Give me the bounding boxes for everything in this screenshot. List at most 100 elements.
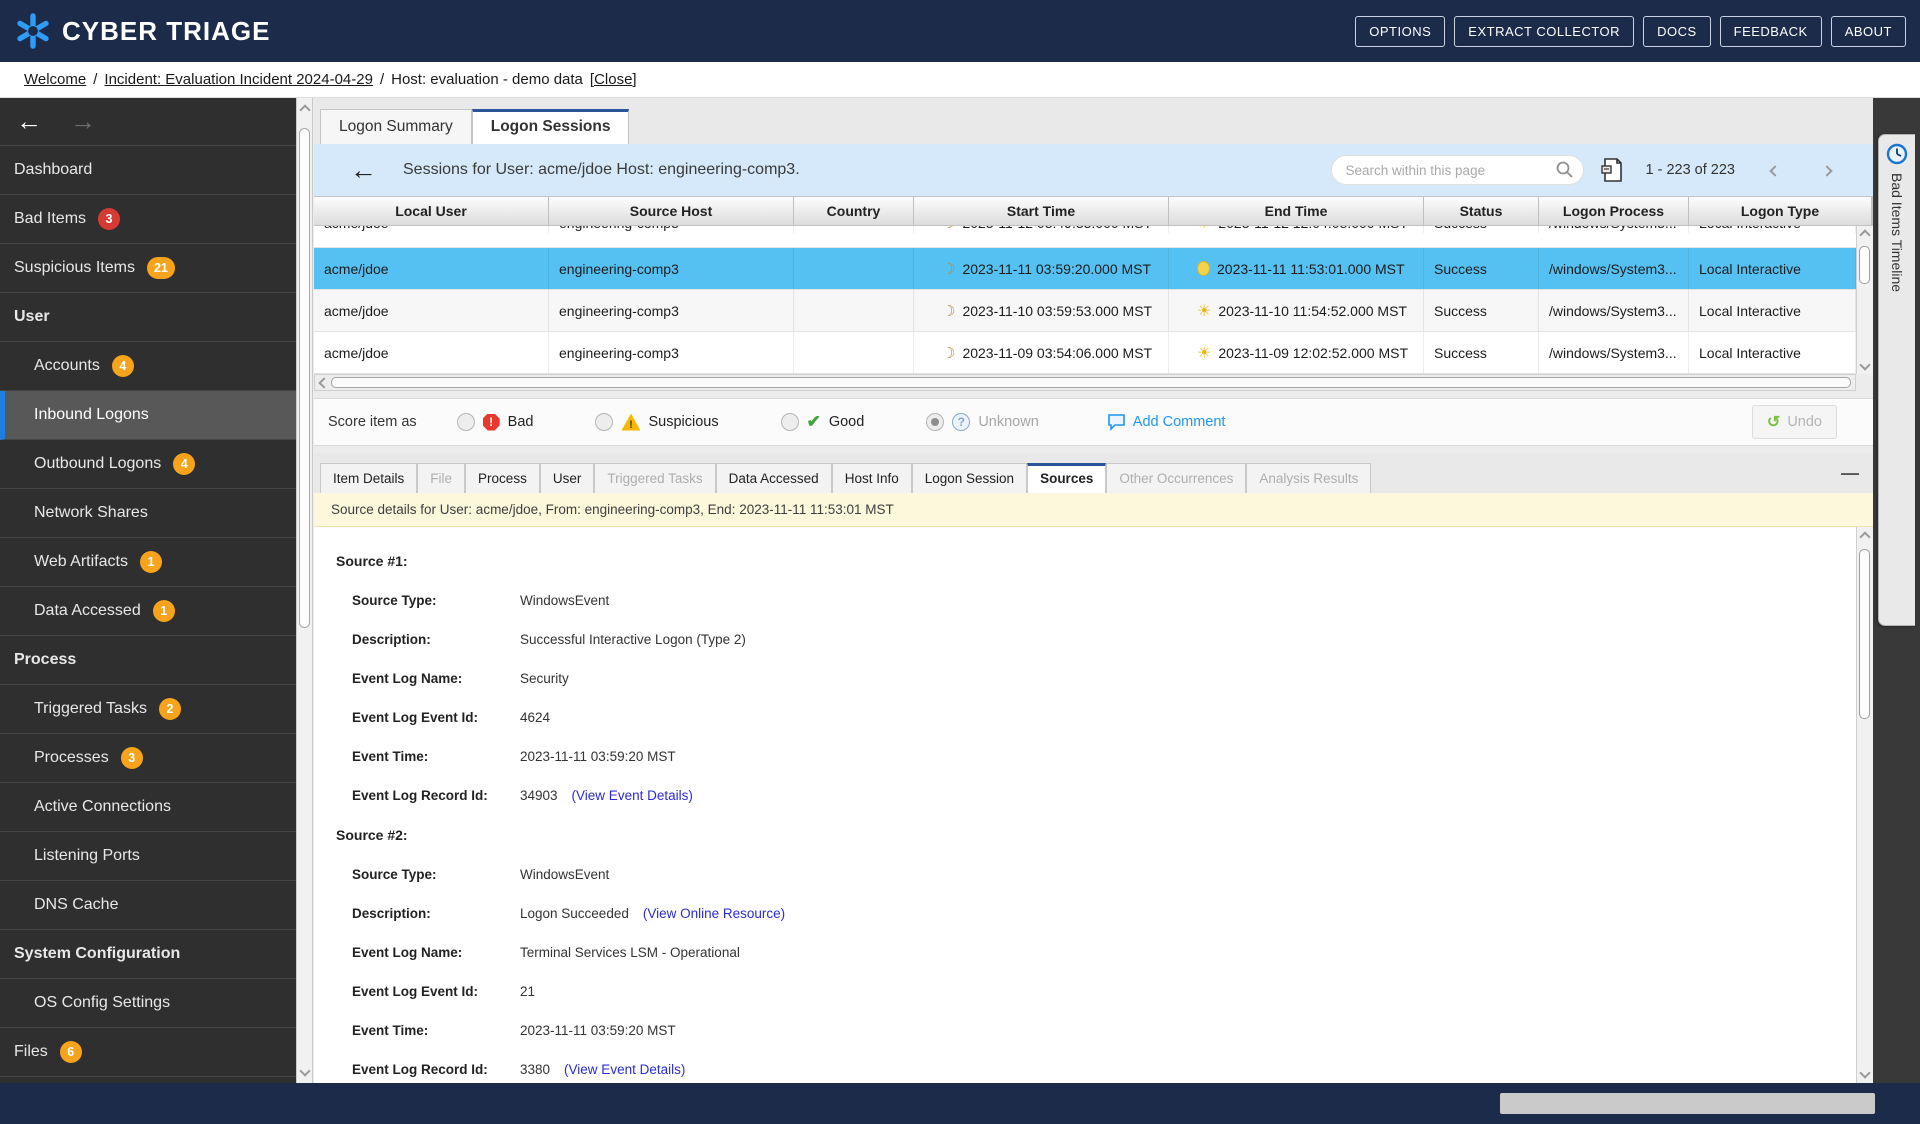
sidebar-item-dns-cache[interactable]: DNS Cache [0, 881, 296, 930]
table-row[interactable]: acme/jdoe engineering-comp3 ☽ 2023-11-09 03… [314, 332, 1856, 374]
detail-tab-logon-session[interactable]: Logon Session [911, 463, 1028, 493]
sidebar-item-label: Files [14, 1043, 48, 1060]
back-arrow-icon[interactable]: ← [16, 106, 42, 137]
sidebar-item-triggered-tasks[interactable]: Triggered Tasks 2 [0, 685, 296, 734]
scroll-down-icon[interactable] [299, 1065, 311, 1077]
score-option-bad[interactable]: ! Bad [456, 413, 533, 431]
column-header-country[interactable]: Country [794, 197, 914, 225]
scroll-left-icon[interactable] [318, 376, 330, 389]
source-field-row: Event Log Name: Security [352, 671, 1873, 686]
minimize-panel-icon[interactable]: — [1841, 463, 1859, 484]
sidebar-item-listening-ports[interactable]: Listening Ports [0, 832, 296, 881]
header-button-options[interactable]: OPTIONS [1355, 15, 1446, 47]
search-input[interactable] [1330, 155, 1584, 185]
table-row[interactable]: acme/jdoe engineering-comp3 ☽ 2023-11-10 03… [314, 290, 1856, 332]
field-link-view-event-details[interactable]: (View Event Details) [572, 788, 693, 803]
scroll-up-icon[interactable] [1859, 531, 1871, 543]
header-button-feedback[interactable]: FEEDBACK [1719, 15, 1822, 47]
column-header-logon-type[interactable]: Logon Type [1689, 197, 1872, 225]
banner-back-arrow-icon[interactable]: ← [350, 155, 377, 186]
cell-local-user: acme/jdoe [314, 332, 549, 373]
sidebar-item-processes[interactable]: Processes 3 [0, 734, 296, 783]
table-horizontal-scrollbar[interactable] [314, 374, 1856, 391]
sidebar-item-dashboard[interactable]: Dashboard [0, 146, 296, 195]
score-option-suspicious[interactable]: ! Suspicious [595, 413, 719, 431]
cell-text: Success [1434, 344, 1487, 361]
column-header-source-host[interactable]: Source Host [549, 197, 794, 225]
column-header-end-time[interactable]: End Time [1169, 197, 1424, 225]
field-value: Successful Interactive Logon (Type 2) [520, 632, 746, 647]
breadcrumb-welcome[interactable]: Welcome [24, 71, 86, 88]
sidebar-item-bad-items[interactable]: Bad Items 3 [0, 195, 296, 244]
search-icon[interactable] [1555, 160, 1574, 179]
app-header: CYBER TRIAGE OPTIONS EXTRACT COLLECTOR DOC… [0, 0, 1920, 62]
detail-tab-process[interactable]: Process [465, 463, 540, 493]
field-link-view-event-details[interactable]: (View Event Details) [564, 1062, 685, 1077]
sidebar-item-accounts[interactable]: Accounts 4 [0, 342, 296, 391]
tab-logon-summary[interactable]: Logon Summary [320, 109, 472, 144]
sidebar-scroll-thumb[interactable] [299, 128, 310, 628]
sidebar-item-suspicious-items[interactable]: Suspicious Items 21 [0, 244, 296, 293]
detail-tab-host-info[interactable]: Host Info [831, 463, 912, 493]
search-pill [1330, 155, 1584, 185]
score-option-label: Suspicious [648, 414, 719, 430]
field-link-view-online-resource[interactable]: (View Online Resource) [643, 906, 785, 921]
sidebar-item-active-connections[interactable]: Active Connections [0, 783, 296, 832]
bad-items-timeline-tab[interactable]: Bad Items Timeline [1878, 134, 1915, 626]
radio-suspicious[interactable] [595, 413, 614, 431]
scroll-down-icon[interactable] [1859, 1067, 1871, 1079]
sun-icon: ☀ [1197, 344, 1212, 362]
radio-bad[interactable] [456, 413, 475, 431]
field-label: Description: [352, 632, 431, 647]
detail-tab-user[interactable]: User [539, 463, 595, 493]
detail-tab-sources[interactable]: Sources [1027, 463, 1107, 493]
header-button-about[interactable]: ABOUT [1830, 15, 1906, 47]
cell-text: 2023-11-10 11:54:52.000 MST [1218, 302, 1407, 319]
detail-tab-data-accessed[interactable]: Data Accessed [715, 463, 832, 493]
scroll-down-icon[interactable] [1859, 359, 1871, 371]
details-scroll-thumb[interactable] [1859, 549, 1870, 719]
field-label: Event Time: [352, 749, 429, 764]
sidebar-scrollbar[interactable] [296, 98, 313, 1083]
sidebar-item-web-artifacts[interactable]: Web Artifacts 1 [0, 538, 296, 587]
previous-page-icon[interactable] [1757, 154, 1793, 186]
source-field-row: Description: Logon Succeeded (View Online … [352, 906, 1873, 921]
cell-logon-type: Local Interactive [1689, 290, 1856, 331]
score-option-good[interactable]: ✔ Good [780, 412, 864, 432]
close-host-link[interactable]: [Close] [590, 71, 637, 88]
column-header-local-user[interactable]: Local User [314, 197, 549, 225]
table-row[interactable]: acme/jdoe engineering-comp3 ☽ 2023-11-11 03… [314, 248, 1856, 290]
undo-button[interactable]: ↺ Undo [1751, 405, 1837, 439]
sidebar-item-data-accessed[interactable]: Data Accessed 1 [0, 587, 296, 636]
table-hscroll-thumb[interactable] [331, 377, 1851, 388]
sidebar-item-label: Bad Items [14, 210, 87, 227]
table-scroll-thumb[interactable] [1859, 246, 1870, 284]
details-vertical-scrollbar[interactable] [1856, 527, 1873, 1083]
radio-unknown[interactable] [926, 413, 945, 431]
cell-text: /windows/System3... [1549, 344, 1677, 361]
goto-page-icon[interactable] [1600, 157, 1624, 184]
table-row[interactable]: acme/jdoe engineering-comp3 ☽ 2023-11-12 03… [314, 226, 1856, 248]
sidebar-item-outbound-logons[interactable]: Outbound Logons 4 [0, 440, 296, 489]
header-button-docs[interactable]: DOCS [1643, 15, 1711, 47]
column-header-logon-process[interactable]: Logon Process [1539, 197, 1689, 225]
sidebar-item-os-config-settings[interactable]: OS Config Settings [0, 979, 296, 1028]
column-header-status[interactable]: Status [1424, 197, 1539, 225]
breadcrumb-incident[interactable]: Incident: Evaluation Incident 2024-04-29 [104, 71, 373, 88]
add-comment-link[interactable]: Add Comment [1107, 413, 1225, 431]
next-page-icon[interactable] [1809, 154, 1845, 186]
radio-good[interactable] [780, 413, 799, 431]
scroll-up-icon[interactable] [1859, 229, 1871, 241]
column-header-start-time[interactable]: Start Time [914, 197, 1169, 225]
sidebar-item-network-shares[interactable]: Network Shares [0, 489, 296, 538]
table-vertical-scrollbar[interactable] [1856, 226, 1873, 374]
tab-logon-sessions[interactable]: Logon Sessions [471, 109, 630, 144]
sidebar-item-files[interactable]: Files 6 [0, 1028, 296, 1077]
header-button-extract-collector[interactable]: EXTRACT COLLECTOR [1454, 15, 1635, 47]
field-label: Source Type: [352, 593, 437, 608]
score-option-unknown[interactable]: ? Unknown [926, 413, 1039, 431]
forward-arrow-icon[interactable]: → [70, 106, 96, 137]
scroll-up-icon[interactable] [299, 104, 311, 116]
sidebar-item-inbound-logons[interactable]: Inbound Logons [0, 391, 296, 440]
detail-tab-item-details[interactable]: Item Details [320, 463, 418, 493]
